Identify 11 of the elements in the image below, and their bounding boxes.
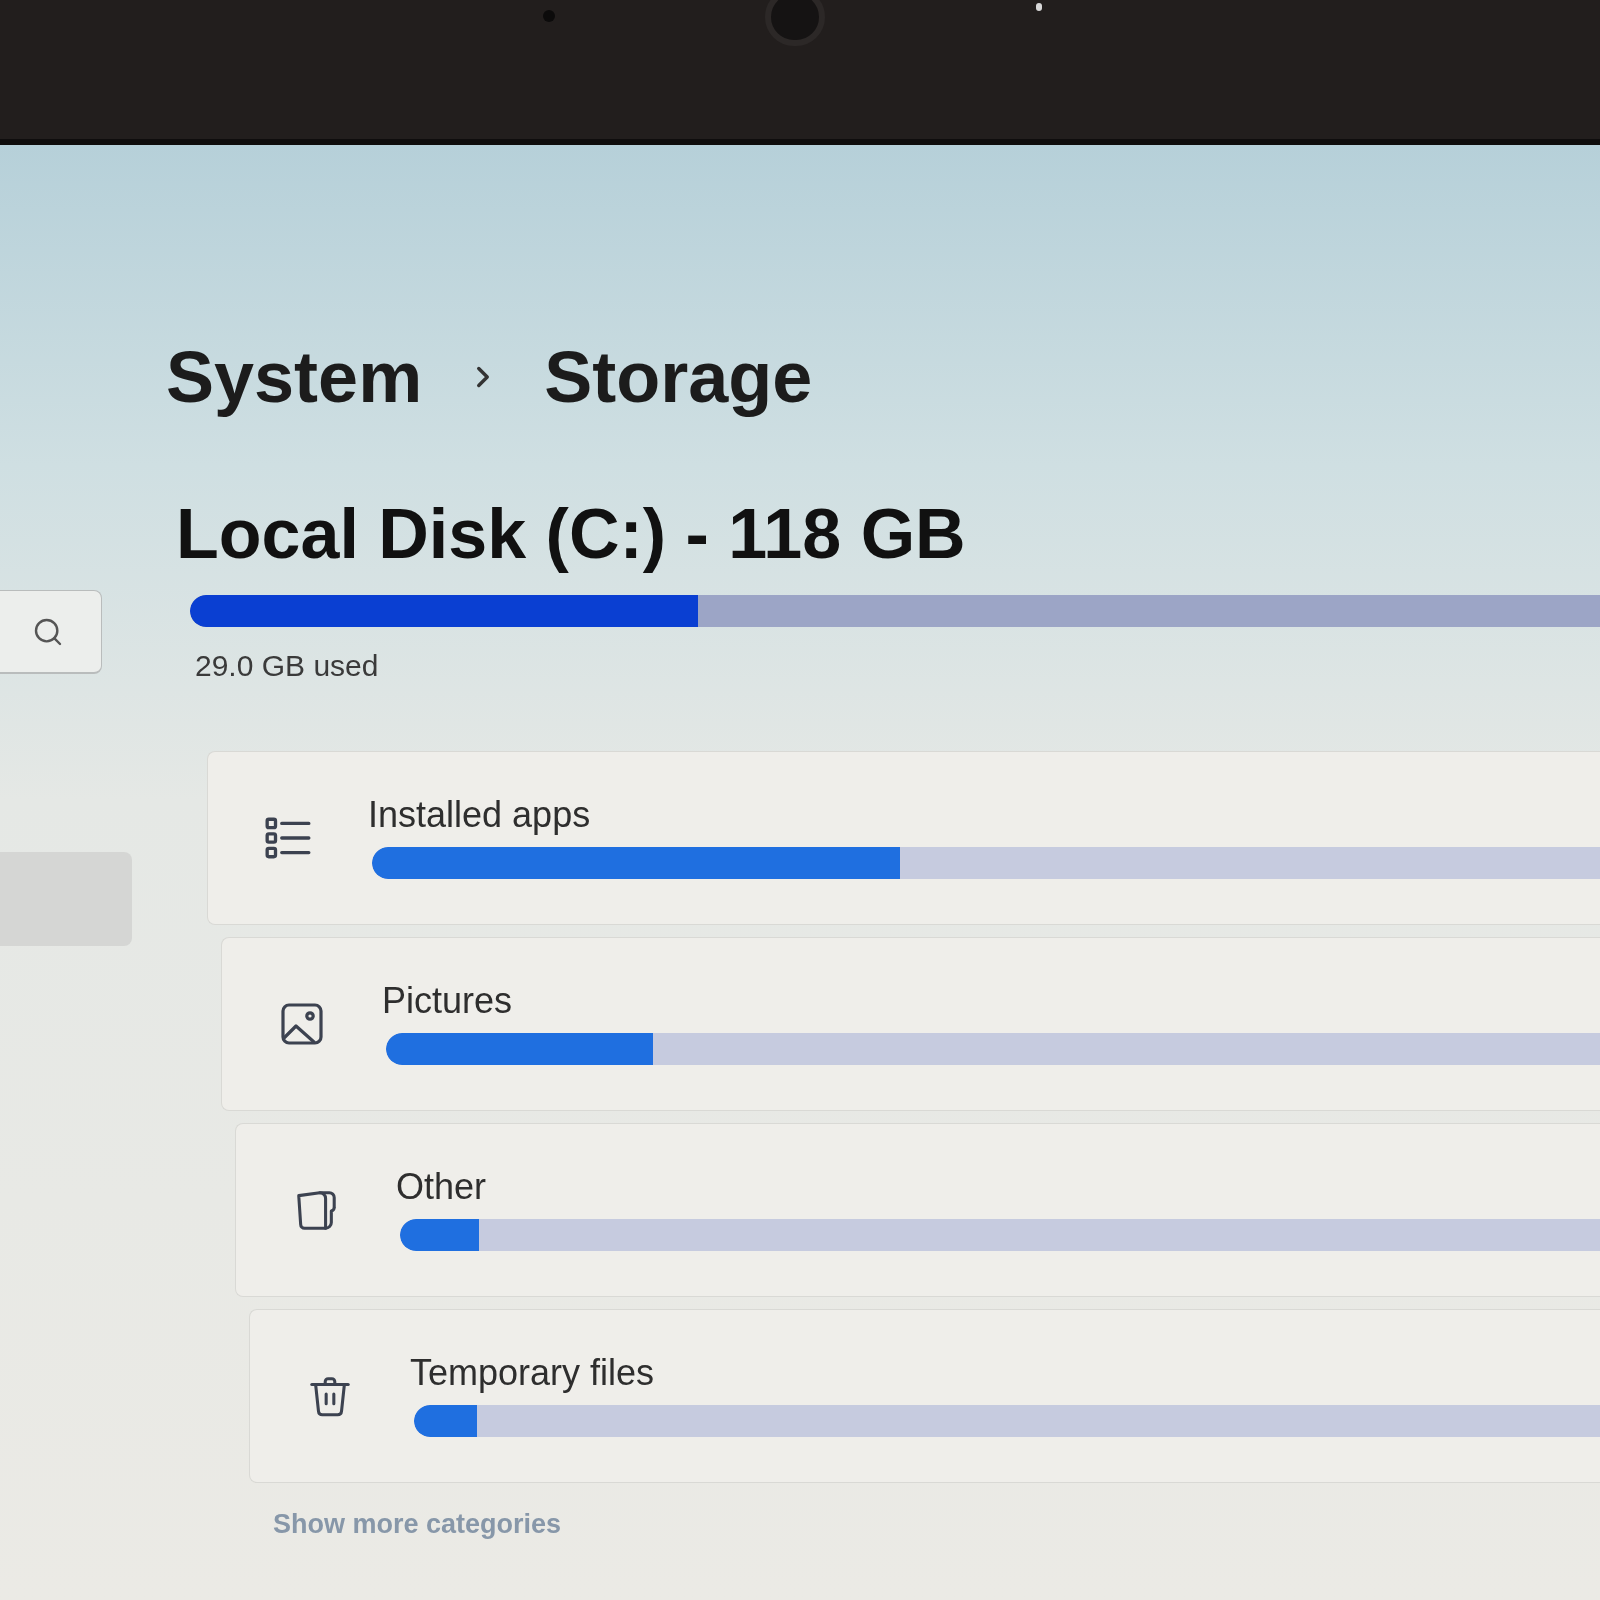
category-label: Pictures — [382, 983, 513, 1019]
category-label: Installed apps — [368, 797, 591, 833]
image-icon — [278, 1000, 326, 1048]
search-field[interactable] — [0, 590, 102, 674]
category-card[interactable]: Temporary files — [249, 1309, 1600, 1483]
category-card[interactable]: Installed apps — [207, 751, 1600, 925]
disk-used-text: 29.0 GB used — [195, 651, 379, 681]
category-card[interactable]: Other — [235, 1123, 1600, 1297]
category-card[interactable]: Pictures — [221, 937, 1600, 1111]
category-label: Temporary files — [410, 1355, 655, 1391]
category-label: Other — [396, 1169, 487, 1205]
